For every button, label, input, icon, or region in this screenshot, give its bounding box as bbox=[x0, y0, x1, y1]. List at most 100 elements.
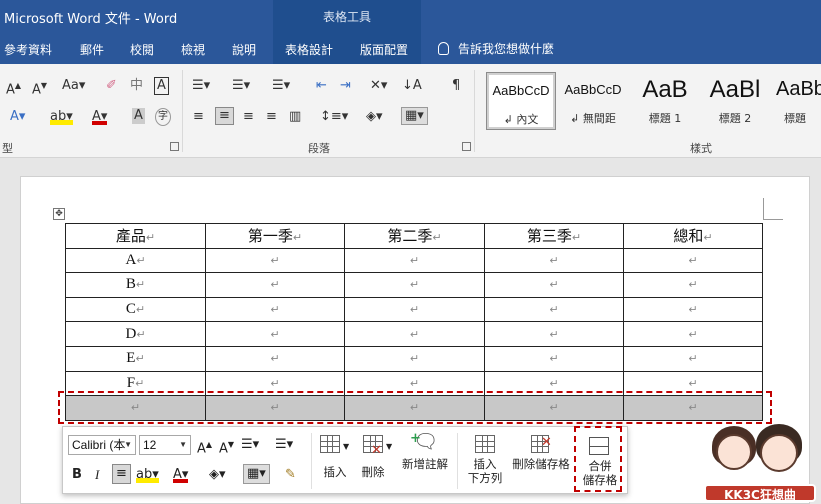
delete-cells-label: 刪除儲存格 bbox=[512, 457, 570, 471]
insert-below-button[interactable]: 插入 下方列 bbox=[461, 431, 509, 491]
insert-button[interactable]: ▼ 插入 bbox=[315, 431, 355, 491]
italic-icon[interactable]: I bbox=[95, 467, 99, 483]
table-cell[interactable]: ↵ bbox=[623, 345, 763, 372]
table-cell[interactable]: E↵ bbox=[65, 345, 206, 372]
justify-icon[interactable]: ≡ bbox=[266, 109, 277, 125]
shading-icon[interactable]: ◈▾ bbox=[209, 467, 226, 483]
style-sample: AaBbCcD bbox=[564, 82, 622, 97]
align-center-icon[interactable]: ≡ bbox=[215, 107, 234, 125]
table-cell[interactable]: ↵ bbox=[205, 247, 345, 274]
table-cell[interactable]: ↵ bbox=[344, 272, 485, 298]
style-heading-2[interactable]: AaBl 標題 2 bbox=[700, 72, 770, 130]
style-title[interactable]: AaBb 標題 bbox=[772, 72, 821, 130]
enclose-char-icon[interactable]: 字 bbox=[155, 108, 171, 126]
table-cell[interactable]: ↵ bbox=[205, 321, 345, 347]
tab-help[interactable]: 說明 bbox=[232, 41, 256, 58]
chinese-layout-icon[interactable]: ✕▾ bbox=[370, 78, 387, 94]
format-painter-icon[interactable]: ✎ bbox=[285, 467, 296, 483]
tab-references[interactable]: 參考資料 bbox=[4, 41, 52, 58]
increase-indent-icon[interactable]: ⇥ bbox=[340, 78, 351, 94]
group-separator bbox=[182, 70, 183, 152]
table-cell[interactable]: 總和↵ bbox=[623, 223, 763, 249]
paragraph-dialog-launcher-icon[interactable] bbox=[462, 142, 471, 151]
style-no-spacing[interactable]: AaBbCcD ↲ 無間距 bbox=[558, 72, 628, 130]
context-tab-group-title: 表格工具 bbox=[322, 10, 371, 24]
numbering-icon[interactable]: ☰▾ bbox=[232, 78, 250, 94]
tab-table-design[interactable]: 表格設計 bbox=[285, 41, 333, 58]
char-border-icon[interactable]: A bbox=[154, 77, 169, 95]
grow-font-icon[interactable]: A▲ bbox=[6, 78, 21, 98]
borders-icon[interactable]: ▦▾ bbox=[243, 464, 270, 484]
bullets-icon[interactable]: ☰▾ bbox=[241, 437, 259, 453]
table-cell[interactable]: 第三季↵ bbox=[484, 223, 624, 249]
grow-font-icon[interactable]: A▲ bbox=[197, 437, 212, 457]
table-cell[interactable]: B↵ bbox=[65, 272, 206, 298]
table-cell[interactable]: ↵ bbox=[344, 247, 485, 274]
table-cell[interactable]: ↵ bbox=[205, 345, 345, 372]
table-cell[interactable]: ↵ bbox=[623, 272, 763, 298]
style-heading-1[interactable]: AaB 標題 1 bbox=[630, 72, 700, 130]
style-sample: AaBbCcD bbox=[492, 83, 550, 98]
table-cell[interactable]: A↵ bbox=[65, 247, 206, 274]
change-case-icon[interactable]: Aa▾ bbox=[62, 78, 85, 94]
table-cell[interactable]: ↵ bbox=[484, 272, 624, 298]
center-align-icon[interactable]: ≡ bbox=[112, 464, 131, 484]
table-cell[interactable]: ↵ bbox=[484, 296, 624, 323]
delete-button[interactable]: ✕ ▼ 刪除 bbox=[359, 431, 399, 491]
table-cell[interactable]: ↵ bbox=[344, 321, 485, 347]
style-normal[interactable]: AaBbCcD ↲ 內文 bbox=[486, 72, 556, 130]
delete-cells-button[interactable]: ✕ 刪除儲存格 bbox=[509, 431, 573, 491]
font-size-dropdown[interactable]: 12 ▼ bbox=[139, 435, 191, 455]
table-cell[interactable]: 產品↵ bbox=[65, 223, 206, 249]
table-cell[interactable]: ↵ bbox=[484, 345, 624, 372]
tab-review[interactable]: 校閱 bbox=[130, 41, 154, 58]
font-color-icon[interactable]: A▾ bbox=[92, 109, 108, 125]
bullets-icon[interactable]: ☰▾ bbox=[192, 78, 210, 94]
table-cell[interactable]: ↵ bbox=[344, 296, 485, 323]
clear-format-icon[interactable]: ✐ bbox=[106, 78, 117, 94]
tab-view[interactable]: 檢視 bbox=[181, 41, 205, 58]
shrink-font-icon[interactable]: A▼ bbox=[32, 78, 47, 98]
table-cell[interactable]: ↵ bbox=[344, 345, 485, 372]
table-cell[interactable]: ↵ bbox=[623, 247, 763, 274]
table-cell[interactable]: 第二季↵ bbox=[344, 223, 485, 249]
multilevel-list-icon[interactable]: ☰▾ bbox=[272, 78, 290, 94]
line-spacing-icon[interactable]: ↕≡▾ bbox=[320, 109, 348, 125]
show-marks-icon[interactable]: ¶ bbox=[452, 78, 460, 94]
highlight-icon[interactable]: ab▾ bbox=[50, 109, 73, 125]
table-move-handle-icon[interactable]: ✥ bbox=[53, 208, 65, 220]
bold-icon[interactable]: B bbox=[72, 467, 82, 483]
table-cell[interactable]: ↵ bbox=[484, 247, 624, 274]
shrink-font-icon[interactable]: A▼ bbox=[219, 437, 234, 457]
table-cell[interactable]: ↵ bbox=[623, 321, 763, 347]
highlight-icon[interactable]: ab▾ bbox=[136, 467, 159, 483]
insert-row-below-icon bbox=[475, 435, 495, 453]
table-cell[interactable]: 第一季↵ bbox=[205, 223, 345, 249]
new-comment-button[interactable]: 🗨 + 新增註解 bbox=[397, 431, 453, 491]
tab-layout[interactable]: 版面配置 bbox=[360, 41, 408, 58]
align-right-icon[interactable]: ≡ bbox=[243, 109, 254, 125]
char-shading-icon[interactable]: A bbox=[132, 108, 145, 124]
table-cell[interactable]: C↵ bbox=[65, 296, 206, 323]
font-name-dropdown[interactable]: Calibri (本 ▼ bbox=[68, 435, 136, 455]
tab-mailings[interactable]: 郵件 bbox=[80, 41, 104, 58]
chevron-down-icon: ▼ bbox=[179, 440, 187, 449]
text-effects-icon[interactable]: A▾ bbox=[10, 109, 25, 125]
table-cell[interactable]: ↵ bbox=[484, 321, 624, 347]
table-cell[interactable]: D↵ bbox=[65, 321, 206, 347]
table-cell[interactable]: ↵ bbox=[205, 296, 345, 323]
borders-icon[interactable]: ▦▾ bbox=[401, 107, 428, 125]
table-cell[interactable]: ↵ bbox=[205, 272, 345, 298]
shading-icon[interactable]: ◈▾ bbox=[366, 109, 383, 125]
table-cell[interactable]: ↵ bbox=[623, 296, 763, 323]
numbering-icon[interactable]: ☰▾ bbox=[275, 437, 293, 453]
align-left-icon[interactable]: ≡ bbox=[193, 109, 204, 125]
distributed-icon[interactable]: ▥ bbox=[289, 109, 301, 125]
tell-me-box[interactable]: 告訴我您想做什麼 bbox=[438, 40, 554, 57]
font-dialog-launcher-icon[interactable] bbox=[170, 142, 179, 151]
font-color-icon[interactable]: A▾ bbox=[173, 467, 189, 483]
decrease-indent-icon[interactable]: ⇤ bbox=[316, 78, 327, 94]
phonetic-guide-icon[interactable]: 中 bbox=[130, 78, 143, 94]
font-size-value: 12 bbox=[143, 438, 157, 452]
sort-icon[interactable]: ↓A bbox=[402, 78, 422, 94]
